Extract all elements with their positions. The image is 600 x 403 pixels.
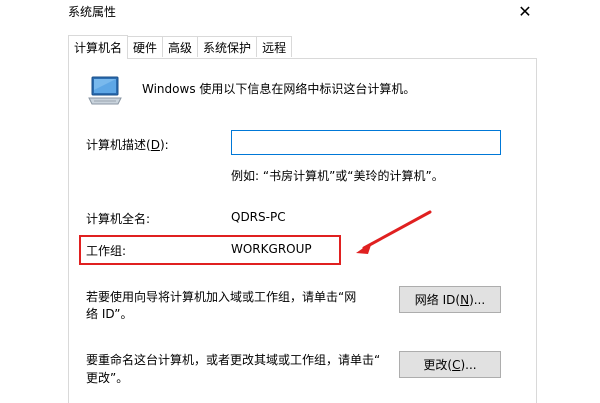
tab-computer-name[interactable]: 计算机名 [68, 35, 129, 59]
network-id-text-line1: 若要使用向导将计算机加入域或工作组，请单击“网 [86, 290, 357, 304]
description-example: 例如: “书房计算机”或“美玲的计算机”。 [231, 169, 444, 183]
change-button[interactable]: 更改(C)... [399, 351, 501, 378]
full-name-label: 计算机全名: [86, 212, 151, 226]
description-label: 计算机描述(D): [86, 138, 169, 152]
tab-advanced[interactable]: 高级 [162, 36, 199, 57]
tab-hardware[interactable]: 硬件 [127, 36, 164, 57]
full-name-value: QDRS-PC [231, 210, 286, 224]
close-button[interactable]: ✕ [508, 0, 542, 22]
network-id-text-line2: 络 ID”。 [86, 307, 133, 321]
tab-system-protection[interactable]: 系统保护 [197, 36, 258, 57]
workgroup-highlight-box [79, 235, 341, 265]
change-text-line2: 更改”。 [86, 371, 129, 385]
network-id-button[interactable]: 网络 ID(N)... [399, 286, 501, 313]
tab-strip: 计算机名 硬件 高级 系统保护 远程 [68, 35, 293, 59]
change-text-line1: 要重命名这台计算机，或者更改其域或工作组，请单击“ [86, 353, 381, 367]
tab-remote[interactable]: 远程 [256, 36, 293, 57]
intro-text: Windows 使用以下信息在网络中标识这台计算机。 [142, 82, 416, 96]
system-properties-dialog: 系统属性 ✕ 计算机名 硬件 高级 系统保护 远程 Windows 使用以下信息… [0, 0, 600, 403]
window-title: 系统属性 [68, 5, 117, 19]
close-icon: ✕ [518, 1, 532, 21]
red-arrow-annotation [356, 210, 432, 254]
computer-icon [88, 76, 122, 105]
computer-description-input[interactable] [231, 130, 501, 155]
description-access-key: D [150, 138, 160, 152]
title-bar: 系统属性 ✕ [0, 0, 600, 30]
